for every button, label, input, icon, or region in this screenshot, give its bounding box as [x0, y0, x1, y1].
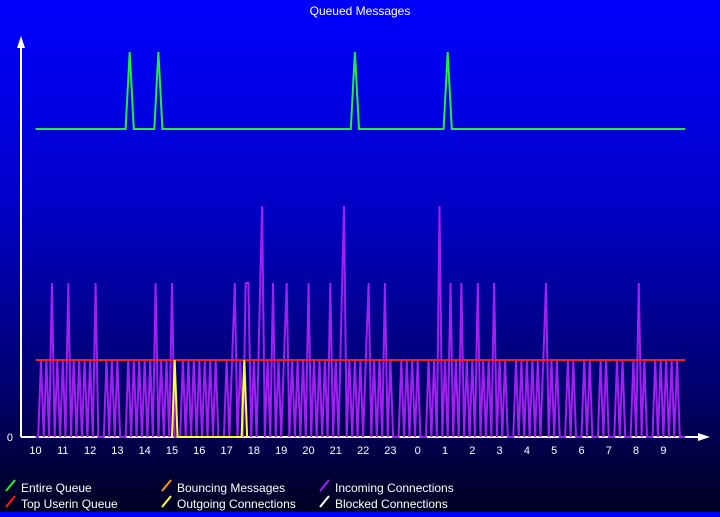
legend-item-top-userin-queue: Top Userin Queue	[5, 495, 118, 511]
x-tick-label: 6	[578, 445, 584, 457]
x-tick-label: 19	[275, 445, 287, 457]
legend: Entire Queue Bouncing Messages Incoming Co…	[5, 479, 454, 511]
y-axis-arrow	[17, 36, 25, 48]
x-tick-label: 4	[524, 445, 530, 457]
x-tick-label: 16	[193, 445, 205, 457]
legend-label: Bouncing Messages	[177, 481, 285, 495]
legend-item-blocked-connections: Blocked Connections	[319, 495, 448, 511]
x-tick-label: 5	[551, 445, 557, 457]
legend-swatch	[5, 479, 16, 492]
chart-title: Queued Messages	[310, 4, 411, 18]
x-tick-label: 8	[633, 445, 639, 457]
x-tick-label: 7	[606, 445, 612, 457]
plot-series	[35, 51, 686, 438]
legend-label: Incoming Connections	[335, 481, 454, 495]
legend-swatch	[319, 495, 330, 508]
x-tick-label: 0	[415, 445, 421, 457]
x-tick-label: 9	[660, 445, 666, 457]
x-tick-label: 1	[442, 445, 448, 457]
x-tick-label: 20	[302, 445, 314, 457]
legend-label: Entire Queue	[21, 481, 92, 495]
y-axis	[17, 36, 25, 437]
chart-container: Queued Messages 10 11 12 13 14 15 16 17 18 19 20 21…	[0, 0, 720, 512]
x-tick-label: 23	[384, 445, 396, 457]
x-tick-labels: 10 11 12 13 14 15 16 17 18 19 20 21 22 23 0 1 2 3 4 5 6 7 8 9	[29, 445, 666, 457]
legend-label: Blocked Connections	[335, 497, 448, 511]
series-line-entire-queue	[35, 51, 686, 130]
x-tick-label: 22	[357, 445, 369, 457]
legend-swatch	[161, 479, 172, 492]
x-tick-label: 21	[330, 445, 342, 457]
legend-label: Top Userin Queue	[21, 497, 118, 511]
x-tick-label: 18	[248, 445, 260, 457]
x-tick-label: 14	[139, 445, 151, 457]
x-tick-label: 3	[497, 445, 503, 457]
series-line-incoming-connections	[35, 205, 686, 438]
y-tick-labels: 0	[7, 432, 13, 444]
x-tick-label: 17	[220, 445, 232, 457]
legend-swatch	[161, 495, 172, 508]
queued-messages-chart: Queued Messages 10 11 12 13 14 15 16 17 18 19 20 21…	[5, 4, 710, 511]
x-axis-arrow	[698, 433, 710, 441]
legend-item-incoming-connections: Incoming Connections	[319, 479, 454, 495]
legend-swatch	[319, 479, 330, 492]
x-tick-label: 13	[111, 445, 123, 457]
legend-item-entire-queue: Entire Queue	[5, 479, 92, 495]
legend-item-bouncing-messages: Bouncing Messages	[161, 479, 285, 495]
x-tick-label: 11	[57, 445, 68, 457]
legend-swatch	[5, 495, 16, 508]
legend-label: Outgoing Connections	[177, 497, 296, 511]
legend-item-outgoing-connections: Outgoing Connections	[161, 495, 296, 511]
x-tick-label: 15	[166, 445, 178, 457]
x-tick-label: 10	[29, 445, 41, 457]
y-tick-label: 0	[7, 432, 13, 444]
x-tick-label: 12	[84, 445, 96, 457]
x-tick-label: 2	[469, 445, 475, 457]
